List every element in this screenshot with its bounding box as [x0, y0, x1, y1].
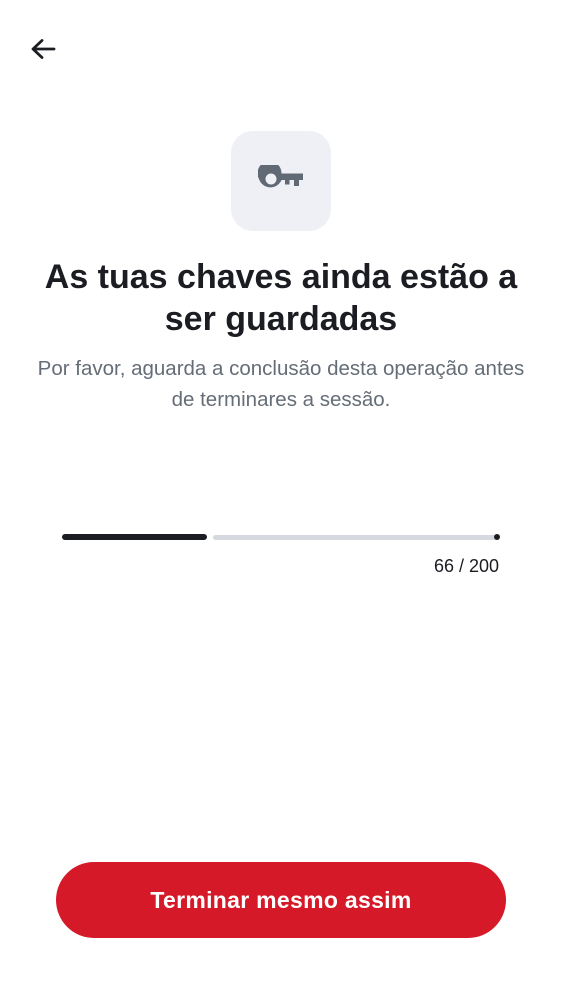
progress-track: [213, 535, 496, 540]
progress-end-dot: [494, 534, 500, 540]
page-title: As tuas chaves ainda estão a ser guardad…: [44, 258, 518, 338]
key-icon: [257, 160, 304, 198]
progress-fill: [62, 534, 207, 540]
progress-count: 66 / 200: [433, 556, 499, 576]
back-button[interactable]: [24, 32, 62, 70]
progress-bar: [62, 534, 500, 542]
page-description: Por favor, aguarda a conclusão desta ope…: [37, 357, 525, 411]
arrow-left-icon: [30, 38, 56, 65]
key-icon-tile: [231, 131, 331, 231]
end-anyway-button[interactable]: Terminar mesmo assim: [56, 862, 506, 938]
